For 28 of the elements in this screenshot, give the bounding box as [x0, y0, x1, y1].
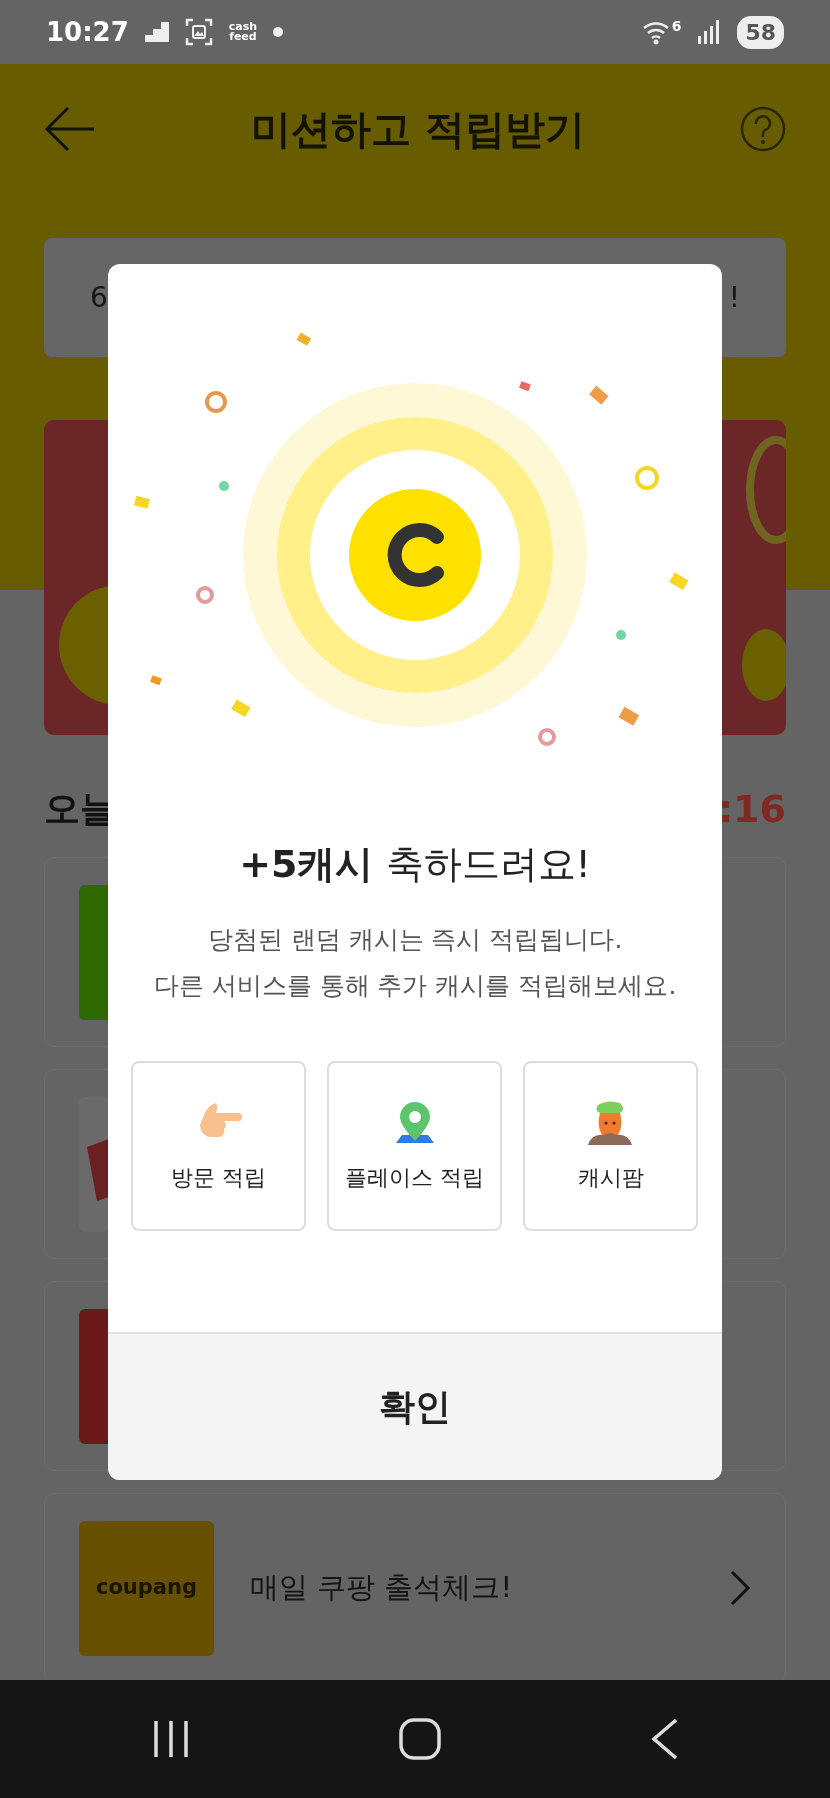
map-pin-icon — [395, 1101, 434, 1143]
service-button[interactable]: 캐시팜 — [523, 1061, 698, 1231]
page-title: 미션하고 적립받기 — [251, 105, 585, 154]
carrot-icon — [587, 1100, 632, 1145]
home-icon[interactable] — [399, 1718, 441, 1760]
signal-icon — [697, 20, 722, 44]
dialog-title: +5캐시 축하드려요! — [238, 841, 592, 888]
dialog-message: 당첨된 랜덤 캐시는 즉시 적립됩니다. — [206, 924, 624, 956]
app-notification-label: cash feed — [228, 22, 258, 42]
coin-icon — [349, 489, 481, 621]
confirm-button[interactable]: 확인 — [108, 1332, 722, 1480]
service-button[interactable]: 플레이스 적립 — [327, 1061, 502, 1231]
notice-text: 6 — [90, 279, 108, 316]
dialog-message: 다른 서비스를 통해 추가 캐시를 적립해보세요. — [152, 970, 678, 1002]
coupang-logo: coupang — [79, 1520, 214, 1656]
countdown-timer: :16 — [717, 785, 786, 833]
screenshot-icon — [184, 18, 213, 46]
stairs-icon — [144, 22, 169, 42]
pointing-hand-icon — [199, 1102, 242, 1137]
chevron-right-icon — [729, 1569, 751, 1607]
mission-title: 매일 쿠팡 출석체크! — [250, 1569, 514, 1607]
battery-indicator: 58 — [737, 15, 784, 49]
recent-apps-icon[interactable] — [152, 1719, 191, 1759]
clock-text: 10:27 — [46, 15, 129, 49]
network-label: 6 — [671, 19, 682, 33]
notice-text: ! — [728, 279, 740, 316]
service-button[interactable]: 방문 적립 — [131, 1061, 306, 1231]
notification-dot-icon — [273, 27, 284, 37]
